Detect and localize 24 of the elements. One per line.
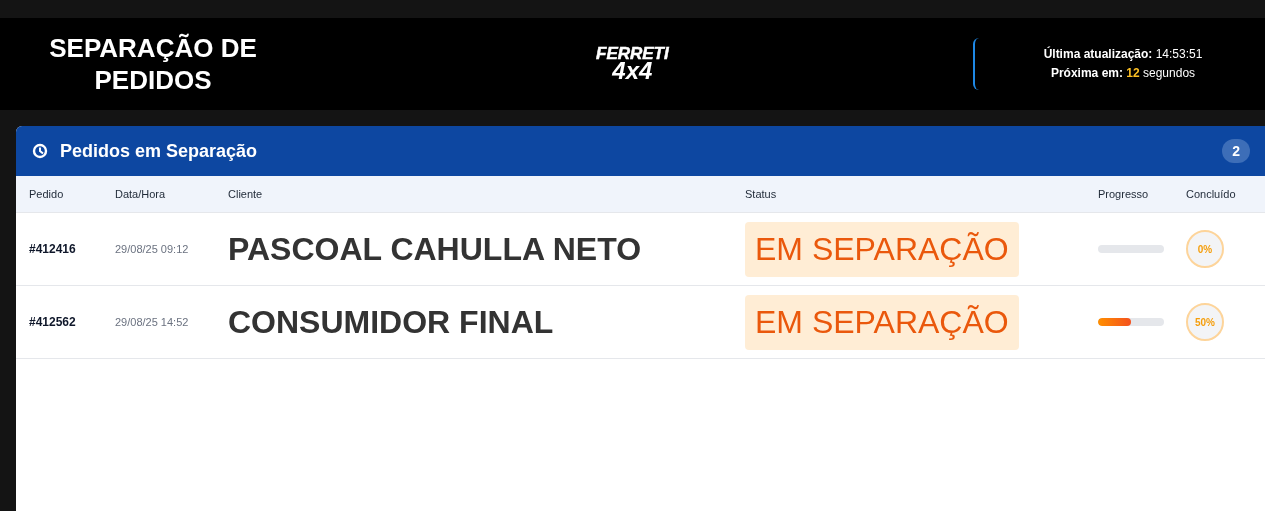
order-number: #412562 (29, 315, 77, 329)
last-update-text: Última atualização: 14:53:51 (1042, 45, 1204, 63)
column-header: Pedido (29, 188, 65, 200)
page-title: SEPARAÇÃO DE PEDIDOS (48, 32, 258, 96)
panel-title: Pedidos em Separação (60, 140, 258, 162)
order-number: #412416 (29, 242, 77, 256)
progress-bar (1098, 318, 1164, 326)
column-header: Concluído (1186, 188, 1237, 200)
column-header: Progresso (1098, 188, 1150, 200)
logo: FERRETI 4x4 (596, 46, 669, 82)
count-badge: 2 (1222, 139, 1250, 163)
status-badge: EM SEPARAÇÃO (745, 294, 1019, 350)
column-header: Data/Hora (115, 188, 167, 200)
status-badge: EM SEPARAÇÃO (745, 221, 1019, 277)
clock-icon (32, 143, 48, 159)
percent-circle: 0% (1186, 230, 1224, 268)
column-header: Cliente (228, 188, 264, 200)
order-datetime: 29/08/25 09:12 (115, 243, 190, 255)
column-header: Status (745, 188, 778, 200)
next-update-text: Próxima em: 12 segundos (1049, 65, 1197, 82)
client-name: PASCOAL CAHULLA NETO (228, 230, 643, 268)
order-datetime: 29/08/25 14:52 (115, 316, 190, 328)
percent-circle: 50% (1186, 303, 1224, 341)
client-name: CONSUMIDOR FINAL (228, 303, 555, 341)
